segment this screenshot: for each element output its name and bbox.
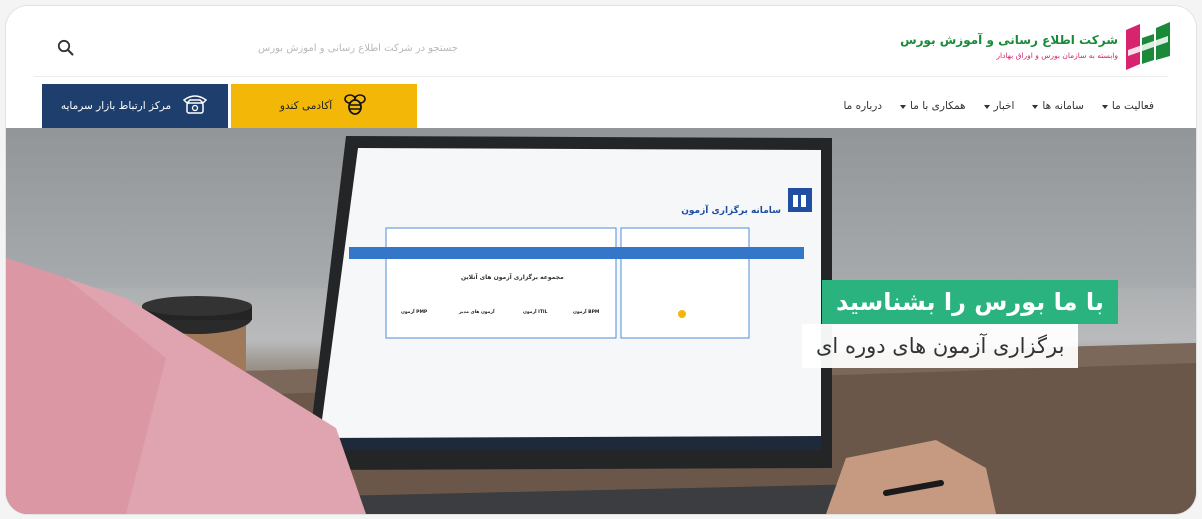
academy-button[interactable]: آکادمی کندو	[231, 84, 417, 128]
nav-item-label: همکاری با ما	[910, 100, 966, 112]
nav-item-label: فعالیت ما	[1111, 100, 1154, 112]
screen-nav-bar	[349, 247, 804, 259]
call-center-button-label: مرکز ارتباط بازار سرمایه	[60, 100, 172, 112]
screen-app-title: سامانه برگزاری آزمون	[681, 206, 781, 216]
search-icon[interactable]	[56, 38, 76, 58]
site-header: شرکت اطلاع رسانی و آموزش بورس وابسته به …	[6, 6, 1196, 128]
chevron-down-icon	[900, 105, 907, 109]
nav-item-systems[interactable]: سامانه ها	[1032, 100, 1084, 112]
logo-icon	[1126, 20, 1170, 72]
search-bar	[48, 36, 458, 60]
hero-banner[interactable]: سامانه برگزاری آزمون مجموعه برگزاری آزمو…	[6, 128, 1196, 514]
chevron-down-icon	[1032, 105, 1039, 109]
laptop-screen: سامانه برگزاری آزمون مجموعه برگزاری آزمو…	[311, 164, 813, 454]
academy-button-label: آکادمی کندو	[279, 100, 333, 112]
main-nav: فعالیت ما سامانه ها اخبار همکاری با ما د…	[843, 100, 1154, 112]
nav-item-news[interactable]: اخبار	[983, 100, 1015, 112]
brand-name: شرکت اطلاع رسانی و آموزش بورس	[900, 32, 1118, 47]
telephone-icon	[181, 91, 209, 121]
nav-item-label: اخبار	[993, 100, 1015, 112]
nav-item-about[interactable]: درباره ما	[843, 100, 882, 112]
screen-card-label: آزمون PMP	[401, 310, 428, 315]
hero-headline: با ما بورس را بشناسید	[822, 280, 1118, 324]
brand-logo[interactable]: شرکت اطلاع رسانی و آموزش بورس وابسته به …	[900, 20, 1170, 72]
nav-item-cooperation[interactable]: همکاری با ما	[900, 100, 966, 112]
screen-card-label: آزمون BPM	[573, 310, 600, 315]
chevron-down-icon	[1101, 105, 1108, 109]
call-center-button[interactable]: مرکز ارتباط بازار سرمایه	[42, 84, 228, 128]
page-frame: شرکت اطلاع رسانی و آموزش بورس وابسته به …	[6, 6, 1196, 514]
brand-tagline: وابسته به سازمان بورس و اوراق بهادار	[996, 50, 1118, 60]
chevron-down-icon	[983, 105, 990, 109]
bee-icon	[342, 91, 368, 121]
nav-item-label: درباره ما	[843, 100, 883, 112]
screen-card-label: آزمون ITIL	[523, 310, 548, 315]
search-input[interactable]	[88, 36, 458, 60]
nav-item-activities[interactable]: فعالیت ما	[1101, 100, 1154, 112]
header-divider	[34, 76, 1168, 77]
screen-panel-title: مجموعه برگزاری آزمون های آنلاین	[461, 274, 564, 281]
nav-item-label: سامانه ها	[1042, 100, 1084, 112]
screen-card-label: آزمون های مدیر	[459, 310, 495, 315]
hero-subheadline: برگزاری آزمون های دوره ای	[802, 324, 1079, 368]
